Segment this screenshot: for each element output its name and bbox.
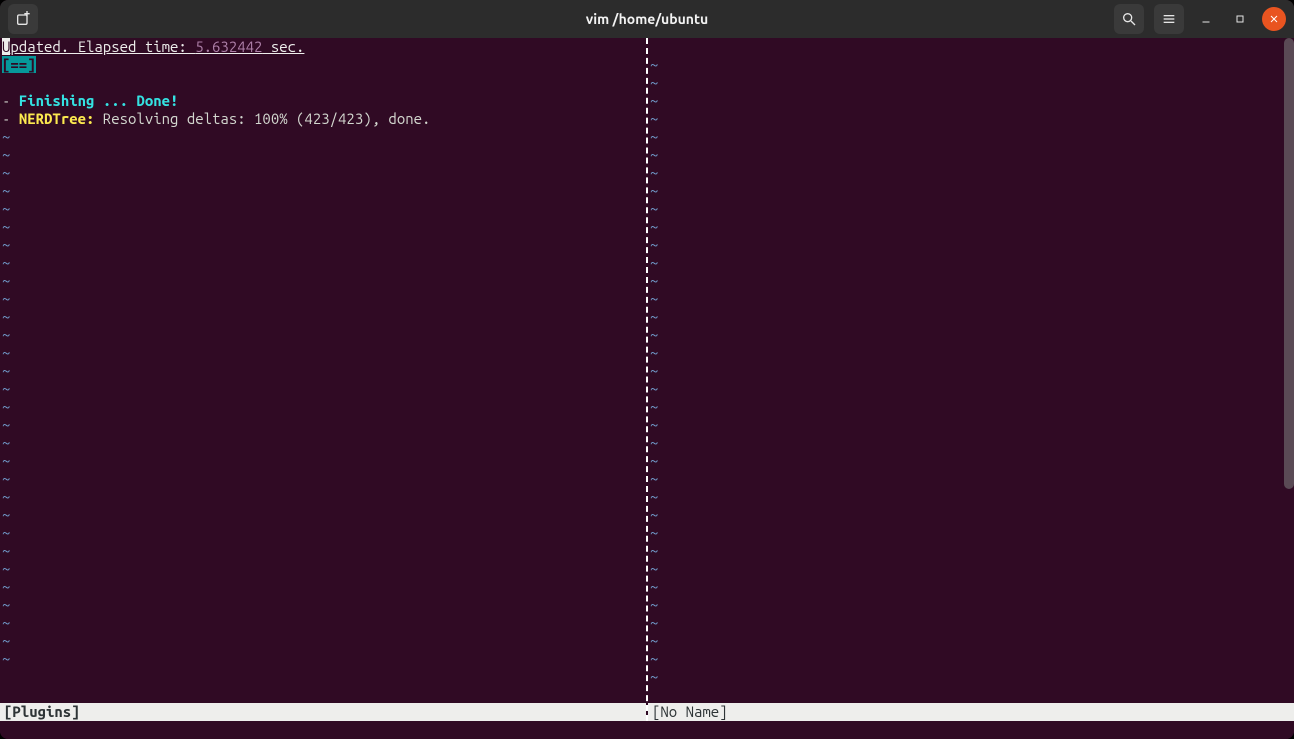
progress-bar: [==] xyxy=(2,56,644,74)
tilde-line: ~ xyxy=(2,164,644,182)
tilde-line: ~ xyxy=(650,182,1292,200)
tilde-line: ~ xyxy=(650,110,1292,128)
tilde-line: ~ xyxy=(650,164,1292,182)
tilde-line: ~ xyxy=(650,362,1292,380)
tilde-line: ~ xyxy=(2,290,644,308)
left-pane[interactable]: Updated. Elapsed time: 5.632442 sec. [==… xyxy=(0,38,648,721)
tilde-line: ~ xyxy=(650,542,1292,560)
close-button[interactable] xyxy=(1262,7,1286,31)
menu-button[interactable] xyxy=(1154,4,1184,34)
tilde-line: ~ xyxy=(650,308,1292,326)
tilde-line: ~ xyxy=(650,560,1292,578)
tilde-line: ~ xyxy=(2,308,644,326)
tilde-line: ~ xyxy=(650,290,1292,308)
command-line[interactable] xyxy=(0,721,1294,739)
tilde-line: ~ xyxy=(650,452,1292,470)
tilde-line: ~ xyxy=(2,506,644,524)
tilde-line: ~ xyxy=(2,614,644,632)
tilde-line: ~ xyxy=(2,380,644,398)
tilde-line: ~ xyxy=(2,452,644,470)
tilde-line: ~ xyxy=(2,434,644,452)
statusline-right: [No Name] xyxy=(648,703,1294,721)
new-tab-button[interactable] xyxy=(8,4,38,34)
tilde-line: ~ xyxy=(650,632,1292,650)
tilde-line: ~ xyxy=(2,128,644,146)
tilde-line: ~ xyxy=(650,272,1292,290)
tilde-line: ~ xyxy=(2,542,644,560)
tilde-line: ~ xyxy=(650,650,1292,668)
tilde-line: ~ xyxy=(650,380,1292,398)
tilde-line: ~ xyxy=(650,344,1292,362)
tilde-line: ~ xyxy=(650,668,1292,686)
tilde-line: ~ xyxy=(650,236,1292,254)
tilde-line: ~ xyxy=(650,596,1292,614)
tilde-line: ~ xyxy=(2,146,644,164)
tilde-line: ~ xyxy=(650,218,1292,236)
tilde-line: ~ xyxy=(2,236,644,254)
tilde-line: ~ xyxy=(650,434,1292,452)
tilde-line: ~ xyxy=(650,614,1292,632)
tilde-line: ~ xyxy=(650,254,1292,272)
tilde-line: ~ xyxy=(2,254,644,272)
tilde-line: ~ xyxy=(2,272,644,290)
plug-line: - Finishing ... Done! xyxy=(2,92,644,110)
tilde-line: ~ xyxy=(2,524,644,542)
tilde-line: ~ xyxy=(2,578,644,596)
scrollbar[interactable] xyxy=(1284,38,1294,489)
tilde-line: ~ xyxy=(650,488,1292,506)
maximize-button[interactable] xyxy=(1228,7,1252,31)
tilde-line: ~ xyxy=(2,650,644,668)
tilde-line: ~ xyxy=(650,506,1292,524)
window-title: vim /home/ubuntu xyxy=(586,11,708,27)
statusline-left: [Plugins] xyxy=(0,703,646,721)
tilde-line: ~ xyxy=(650,416,1292,434)
tilde-line: ~ xyxy=(650,398,1292,416)
tilde-line: ~ xyxy=(650,470,1292,488)
tilde-line: ~ xyxy=(2,362,644,380)
tilde-line: ~ xyxy=(650,74,1292,92)
right-pane[interactable]: ~~~~~~~~~~~~~~~~~~~~~~~~~~~~~~~~~~~ [No … xyxy=(648,38,1294,721)
titlebar: vim /home/ubuntu xyxy=(0,0,1294,38)
tilde-line: ~ xyxy=(2,488,644,506)
tilde-line: ~ xyxy=(650,524,1292,542)
tilde-line: ~ xyxy=(650,200,1292,218)
tilde-line: ~ xyxy=(2,398,644,416)
tilde-line: ~ xyxy=(2,560,644,578)
tilde-line: ~ xyxy=(2,596,644,614)
plug-header: Updated. Elapsed time: 5.632442 sec. xyxy=(2,38,644,56)
tilde-line: ~ xyxy=(650,146,1292,164)
search-button[interactable] xyxy=(1114,4,1144,34)
tilde-line: ~ xyxy=(650,56,1292,74)
tilde-line: ~ xyxy=(650,92,1292,110)
tilde-line: ~ xyxy=(2,182,644,200)
tilde-line: ~ xyxy=(2,326,644,344)
minimize-button[interactable] xyxy=(1194,7,1218,31)
tilde-line: ~ xyxy=(2,200,644,218)
terminal-area[interactable]: Updated. Elapsed time: 5.632442 sec. [==… xyxy=(0,38,1294,721)
tilde-line: ~ xyxy=(2,470,644,488)
tilde-line: ~ xyxy=(2,344,644,362)
plug-line: - NERDTree: Resolving deltas: 100% (423/… xyxy=(2,110,644,128)
tilde-line: ~ xyxy=(2,218,644,236)
terminal-window: vim /home/ubuntu Updated. Elapsed time: … xyxy=(0,0,1294,739)
tilde-line: ~ xyxy=(2,632,644,650)
tilde-line: ~ xyxy=(650,326,1292,344)
tilde-line: ~ xyxy=(650,578,1292,596)
blank-line xyxy=(650,38,1292,56)
blank-line xyxy=(2,74,644,92)
tilde-line: ~ xyxy=(650,128,1292,146)
tilde-line: ~ xyxy=(2,416,644,434)
